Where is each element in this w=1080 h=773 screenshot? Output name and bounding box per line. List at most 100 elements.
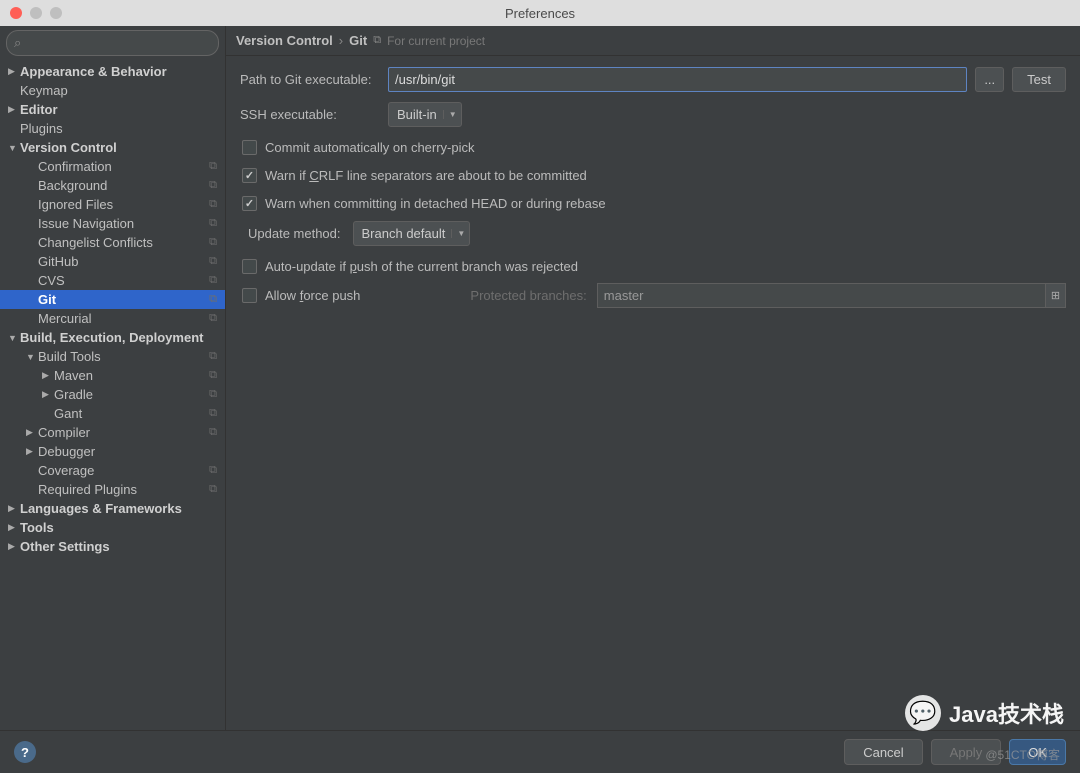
search-input[interactable] <box>6 30 219 56</box>
sidebar-item-tools[interactable]: ▶Tools <box>0 518 225 537</box>
sidebar-item-label: Keymap <box>20 83 68 98</box>
settings-tree: ▶Appearance & BehaviorKeymap▶EditorPlugi… <box>0 60 225 730</box>
minimize-window-button[interactable] <box>30 7 42 19</box>
project-scope-icon: ⧉ <box>209 217 217 230</box>
sidebar-item-label: Issue Navigation <box>38 216 134 231</box>
project-scope-icon: ⧉ <box>209 388 217 401</box>
sidebar-item-compiler[interactable]: ▶Compiler⧉ <box>0 423 225 442</box>
sidebar-item-keymap[interactable]: Keymap <box>0 81 225 100</box>
commit-cherry-checkbox[interactable] <box>242 140 257 155</box>
sidebar-item-label: Background <box>38 178 107 193</box>
sidebar-item-plugins[interactable]: Plugins <box>0 119 225 138</box>
project-scope-icon: ⧉ <box>209 255 217 268</box>
sidebar-item-label: Build Tools <box>38 349 101 364</box>
chevron-right-icon: ▶ <box>26 446 38 457</box>
project-scope-icon: ⧉ <box>209 350 217 363</box>
sidebar-item-label: Coverage <box>38 463 94 478</box>
sidebar-item-git[interactable]: Git⧉ <box>0 290 225 309</box>
project-scope-icon: ⧉ <box>373 34 381 47</box>
ssh-exec-label: SSH executable: <box>240 107 388 122</box>
main-panel: Version Control › Git ⧉ For current proj… <box>226 26 1080 730</box>
sidebar-item-label: Changelist Conflicts <box>38 235 153 250</box>
sidebar-item-version-control[interactable]: ▼Version Control <box>0 138 225 157</box>
sidebar-item-editor[interactable]: ▶Editor <box>0 100 225 119</box>
sidebar-item-label: Other Settings <box>20 539 110 554</box>
update-method-value: Branch default <box>362 226 446 241</box>
warn-detached-checkbox[interactable] <box>242 196 257 211</box>
sidebar-item-label: Debugger <box>38 444 95 459</box>
auto-update-checkbox[interactable] <box>242 259 257 274</box>
sidebar-item-required-plugins[interactable]: Required Plugins⧉ <box>0 480 225 499</box>
force-push-checkbox[interactable] <box>242 288 257 303</box>
warn-crlf-label: Warn if CRLF line separators are about t… <box>265 168 587 183</box>
sidebar-item-label: Mercurial <box>38 311 91 326</box>
warn-detached-label: Warn when committing in detached HEAD or… <box>265 196 606 211</box>
sidebar-item-appearance-behavior[interactable]: ▶Appearance & Behavior <box>0 62 225 81</box>
sidebar-item-label: Ignored Files <box>38 197 113 212</box>
protected-branches-input[interactable] <box>597 283 1046 308</box>
browse-button[interactable]: ... <box>975 67 1004 92</box>
sidebar-item-github[interactable]: GitHub⧉ <box>0 252 225 271</box>
titlebar: Preferences <box>0 0 1080 26</box>
project-scope-icon: ⧉ <box>209 369 217 382</box>
chevron-right-icon: ▶ <box>42 389 54 400</box>
project-scope-icon: ⧉ <box>209 407 217 420</box>
footer: ? Cancel Apply OK <box>0 730 1080 773</box>
close-window-button[interactable] <box>10 7 22 19</box>
watermark-sub: @51CTO博客 <box>985 746 1060 763</box>
watermark-icon: 💬 <box>905 695 941 731</box>
sidebar-item-label: Compiler <box>38 425 90 440</box>
sidebar-item-cvs[interactable]: CVS⧉ <box>0 271 225 290</box>
sidebar-item-languages-frameworks[interactable]: ▶Languages & Frameworks <box>0 499 225 518</box>
breadcrumb: Version Control › Git ⧉ For current proj… <box>226 26 1080 56</box>
help-button[interactable]: ? <box>14 741 36 763</box>
protected-branches-label: Protected branches: <box>470 288 586 303</box>
sidebar-item-label: Plugins <box>20 121 63 136</box>
cancel-button[interactable]: Cancel <box>844 739 922 765</box>
chevron-right-icon: ▶ <box>26 427 38 438</box>
update-method-dropdown[interactable]: Branch default ▼ <box>353 221 471 246</box>
expand-field-button[interactable]: ⊞ <box>1046 283 1066 308</box>
sidebar-item-label: Maven <box>54 368 93 383</box>
watermark: 💬 Java技术栈 <box>905 695 1064 731</box>
project-scope-icon: ⧉ <box>209 179 217 192</box>
sidebar-item-ignored-files[interactable]: Ignored Files ⧉ <box>0 195 225 214</box>
sidebar-item-background[interactable]: Background ⧉ <box>0 176 225 195</box>
project-scope-icon: ⧉ <box>209 312 217 325</box>
sidebar-item-label: Languages & Frameworks <box>20 501 182 516</box>
project-scope-icon: ⧉ <box>209 198 217 211</box>
chevron-down-icon: ▼ <box>443 110 457 119</box>
sidebar-item-debugger[interactable]: ▶Debugger <box>0 442 225 461</box>
warn-crlf-checkbox[interactable] <box>242 168 257 183</box>
sidebar-item-confirmation[interactable]: Confirmation ⧉ <box>0 157 225 176</box>
sidebar-item-build-execution-deployment[interactable]: ▼Build, Execution, Deployment <box>0 328 225 347</box>
sidebar-item-gradle[interactable]: ▶Gradle⧉ <box>0 385 225 404</box>
git-path-label: Path to Git executable: <box>240 72 388 87</box>
breadcrumb-hint: For current project <box>387 34 485 48</box>
sidebar-item-gant[interactable]: Gant⧉ <box>0 404 225 423</box>
sidebar-item-label: Appearance & Behavior <box>20 64 167 79</box>
git-settings-form: Path to Git executable: ... Test SSH exe… <box>226 56 1080 324</box>
test-button[interactable]: Test <box>1012 67 1066 92</box>
sidebar-item-changelist-conflicts[interactable]: Changelist Conflicts⧉ <box>0 233 225 252</box>
sidebar-item-label: CVS <box>38 273 65 288</box>
zoom-window-button[interactable] <box>50 7 62 19</box>
sidebar-item-build-tools[interactable]: ▼Build Tools⧉ <box>0 347 225 366</box>
breadcrumb-parent[interactable]: Version Control <box>236 33 333 48</box>
sidebar-item-mercurial[interactable]: Mercurial ⧉ <box>0 309 225 328</box>
sidebar-item-coverage[interactable]: Coverage⧉ <box>0 461 225 480</box>
auto-update-label: Auto-update if push of the current branc… <box>265 259 578 274</box>
sidebar-item-other-settings[interactable]: ▶Other Settings <box>0 537 225 556</box>
ssh-exec-dropdown[interactable]: Built-in ▼ <box>388 102 462 127</box>
chevron-right-icon: ▶ <box>8 104 20 115</box>
breadcrumb-separator: › <box>339 33 343 48</box>
git-path-input[interactable] <box>388 67 967 92</box>
chevron-down-icon: ▼ <box>8 143 20 153</box>
sidebar-item-label: Confirmation <box>38 159 112 174</box>
sidebar: ⌕ ▶Appearance & BehaviorKeymap▶EditorPlu… <box>0 26 226 730</box>
chevron-down-icon: ▼ <box>451 229 465 238</box>
project-scope-icon: ⧉ <box>209 160 217 173</box>
ssh-exec-value: Built-in <box>397 107 437 122</box>
sidebar-item-issue-navigation[interactable]: Issue Navigation ⧉ <box>0 214 225 233</box>
sidebar-item-maven[interactable]: ▶Maven⧉ <box>0 366 225 385</box>
